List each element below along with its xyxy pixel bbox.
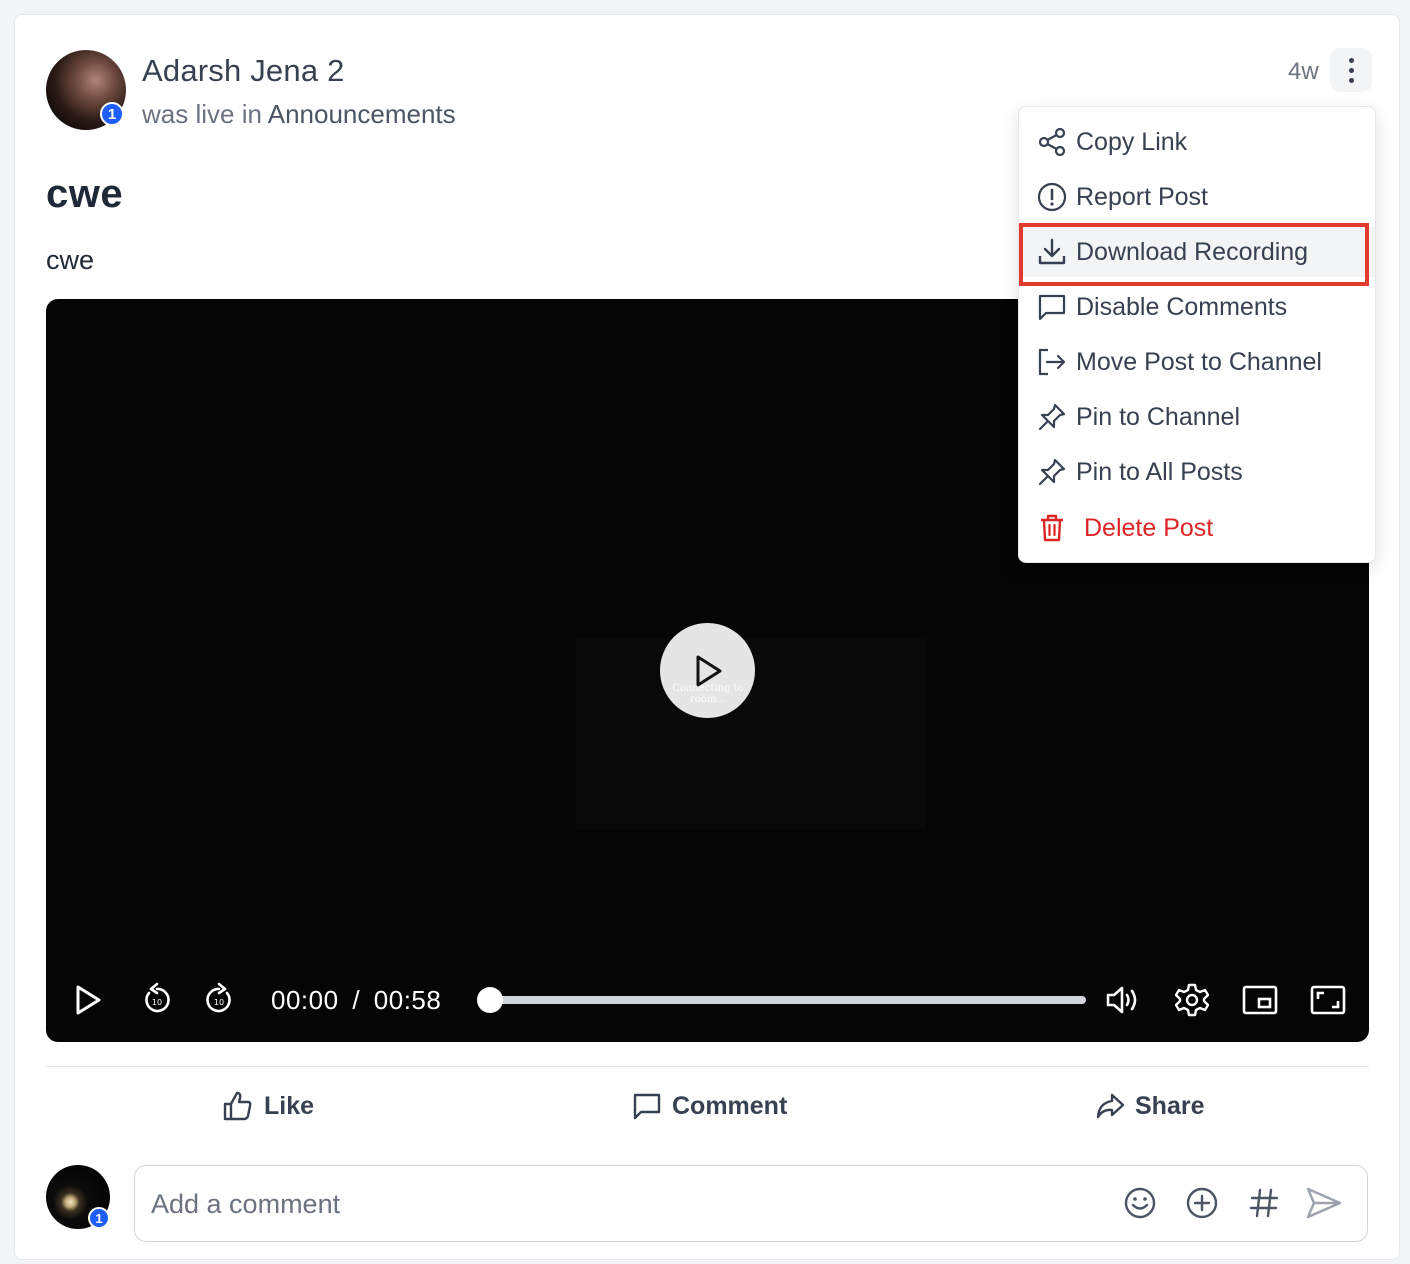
- dot: [1348, 67, 1354, 73]
- video-controls: 10 10 00:00 / 00:58: [46, 969, 1369, 1029]
- trash-icon: [1041, 514, 1063, 542]
- dot: [1348, 77, 1354, 83]
- picture-in-picture-icon[interactable]: [1242, 984, 1278, 1016]
- post-options-menu: Copy Link Report Post Download Recording…: [1018, 106, 1376, 563]
- svg-text:10: 10: [214, 998, 224, 1007]
- menu-item-label: Pin to Channel: [1076, 402, 1241, 431]
- menu-item-download-recording[interactable]: Download Recording: [1019, 227, 1375, 277]
- menu-item-copy-link[interactable]: Copy Link: [1019, 117, 1375, 167]
- volume-icon[interactable]: [1104, 983, 1142, 1017]
- send-icon[interactable]: [1305, 1186, 1343, 1220]
- action-text: was live in: [142, 99, 262, 129]
- pin-icon: [1038, 458, 1066, 486]
- menu-item-delete-post[interactable]: Delete Post: [1019, 503, 1375, 553]
- share-nodes-icon: [1038, 127, 1066, 157]
- menu-item-pin-channel[interactable]: Pin to Channel: [1019, 392, 1375, 442]
- alert-circle-icon: [1037, 182, 1067, 212]
- progress-bar[interactable]: [490, 996, 1086, 1004]
- forward-10-icon[interactable]: 10: [202, 982, 236, 1018]
- fullscreen-icon[interactable]: [1310, 984, 1346, 1016]
- like-button[interactable]: Like: [222, 1088, 314, 1124]
- channel-link[interactable]: Announcements: [268, 99, 456, 129]
- menu-item-disable-comments[interactable]: Disable Comments: [1019, 282, 1375, 332]
- comment-icon: [633, 1093, 661, 1120]
- duration: 00:58: [373, 985, 442, 1015]
- current-time: 00:00: [271, 985, 339, 1015]
- play-icon[interactable]: [72, 983, 104, 1017]
- more-options-button[interactable]: [1330, 48, 1372, 92]
- comment-button[interactable]: Comment: [632, 1088, 787, 1124]
- time-separator: /: [352, 985, 361, 1015]
- emoji-icon[interactable]: [1123, 1186, 1157, 1220]
- pin-icon: [1038, 403, 1066, 431]
- comment-input[interactable]: [151, 1184, 1091, 1224]
- share-button[interactable]: Share: [1095, 1088, 1204, 1124]
- comment-icon: [1038, 294, 1066, 321]
- video-timecode: 00:00 / 00:58: [271, 985, 441, 1016]
- menu-item-label: Download Recording: [1076, 237, 1309, 266]
- add-attachment-icon[interactable]: [1185, 1186, 1219, 1220]
- thumbs-up-icon: [223, 1091, 252, 1121]
- settings-gear-icon[interactable]: [1174, 982, 1210, 1018]
- avatar-badge: 1: [88, 1207, 110, 1229]
- move-arrow-icon: [1038, 348, 1066, 376]
- post-timestamp: 4w: [1288, 58, 1319, 85]
- post-title: cwe: [46, 172, 124, 216]
- like-label: Like: [264, 1091, 315, 1120]
- menu-item-label: Pin to All Posts: [1076, 457, 1243, 486]
- progress-knob[interactable]: [477, 987, 503, 1013]
- menu-item-label: Report Post: [1076, 182, 1209, 211]
- post-body: cwe: [46, 245, 95, 275]
- svg-text:10: 10: [152, 998, 162, 1007]
- dot: [1348, 57, 1354, 63]
- menu-item-move-post[interactable]: Move Post to Channel: [1019, 337, 1375, 387]
- download-icon: [1038, 238, 1066, 265]
- connecting-text: Connecting to room...: [672, 683, 744, 705]
- menu-item-report-post[interactable]: Report Post: [1019, 172, 1375, 222]
- menu-item-pin-all-posts[interactable]: Pin to All Posts: [1019, 447, 1375, 497]
- menu-item-label: Delete Post: [1084, 513, 1214, 542]
- menu-item-label: Disable Comments: [1076, 292, 1288, 321]
- comment-label: Comment: [672, 1091, 788, 1120]
- hashtag-icon[interactable]: [1247, 1186, 1281, 1220]
- rewind-10-icon[interactable]: 10: [140, 982, 174, 1018]
- avatar-badge: 1: [100, 102, 124, 126]
- menu-item-label: Copy Link: [1076, 127, 1188, 156]
- post-subline: was live in Announcements: [142, 99, 456, 130]
- menu-item-label: Move Post to Channel: [1076, 347, 1322, 376]
- share-arrow-icon: [1096, 1093, 1125, 1119]
- author-name[interactable]: Adarsh Jena 2: [142, 53, 345, 89]
- comment-composer: [134, 1165, 1368, 1242]
- actions-divider: [46, 1066, 1369, 1067]
- share-label: Share: [1135, 1091, 1205, 1120]
